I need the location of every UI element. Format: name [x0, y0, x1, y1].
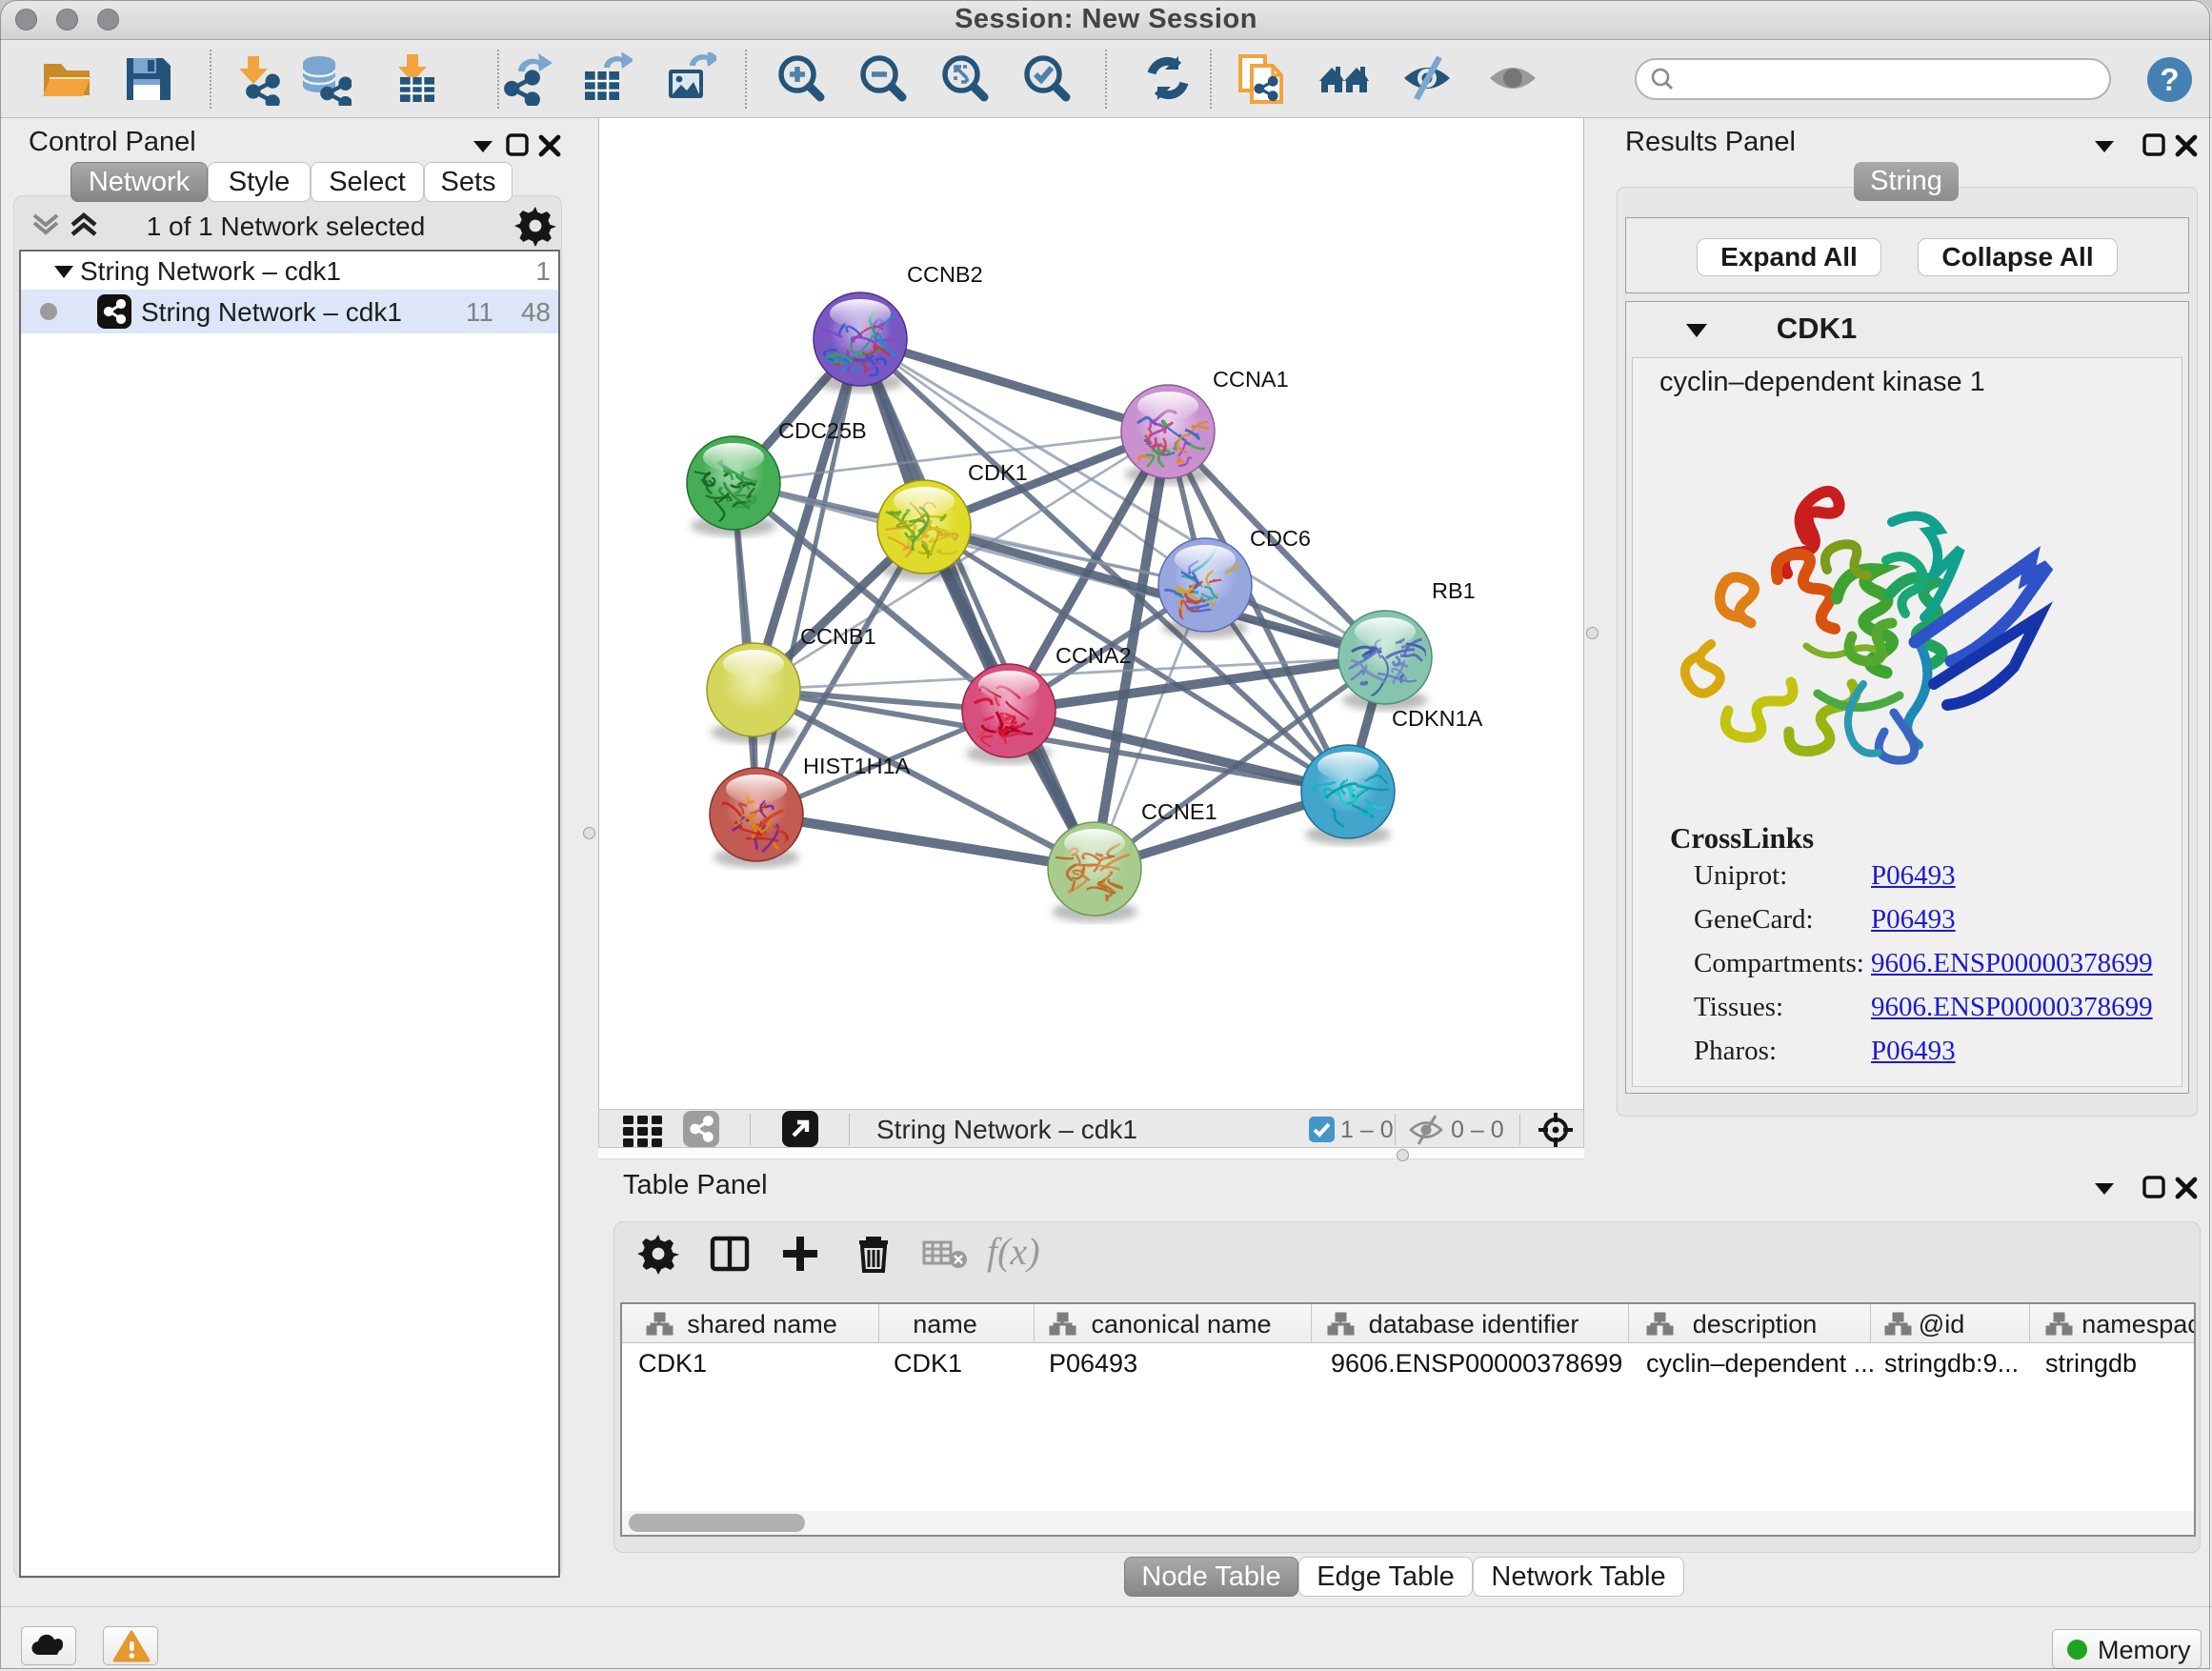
svg-text:CCNB1: CCNB1 [800, 624, 876, 649]
svg-text:CCNA2: CCNA2 [1056, 643, 1132, 668]
svg-text:CDK1: CDK1 [968, 460, 1028, 485]
svg-text:CDC6: CDC6 [1250, 526, 1311, 551]
svg-text:CDKN1A: CDKN1A [1392, 706, 1483, 731]
svg-text:CCNA1: CCNA1 [1213, 367, 1289, 392]
svg-text:CDC25B: CDC25B [778, 418, 867, 443]
svg-text:HIST1H1A: HIST1H1A [803, 754, 911, 778]
svg-text:CCNE1: CCNE1 [1141, 799, 1217, 824]
svg-text:RB1: RB1 [1432, 578, 1476, 603]
svg-text:CCNB2: CCNB2 [907, 262, 983, 287]
